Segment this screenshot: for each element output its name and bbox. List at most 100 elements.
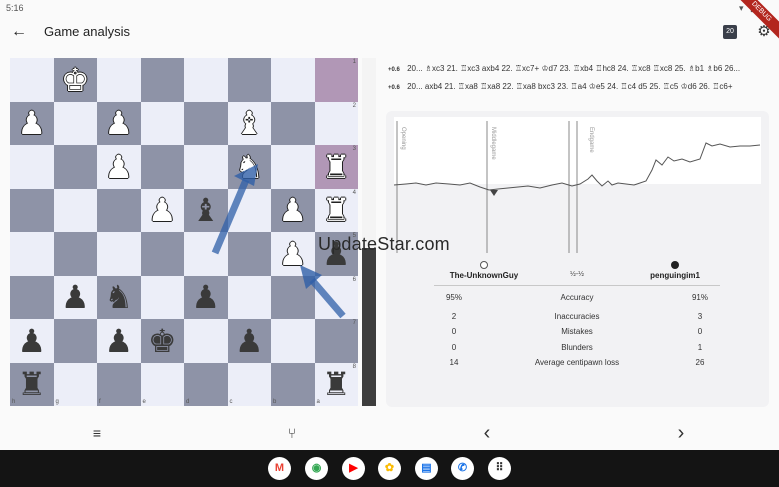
board-square[interactable]: ♚	[53, 58, 97, 102]
board-square[interactable]: ♞	[97, 275, 141, 319]
white-pawn-icon[interactable]: ♟	[278, 194, 307, 226]
white-pawn-icon[interactable]: ♟	[278, 238, 307, 270]
board-square[interactable]	[140, 145, 184, 189]
board-square[interactable]	[184, 319, 228, 363]
phone-icon[interactable]: ✆	[451, 457, 474, 480]
board-square[interactable]: g	[53, 362, 97, 406]
board-square[interactable]	[140, 58, 184, 102]
board-square[interactable]: e	[140, 362, 184, 406]
board-square[interactable]	[10, 58, 54, 102]
board-square[interactable]: 7	[314, 319, 358, 363]
black-bishop-icon[interactable]: ♝	[191, 194, 220, 226]
back-arrow-icon[interactable]: ←	[9, 22, 29, 42]
engine-line-1[interactable]: +0.6 20... ♗xc3 21. ♖xc3 axb4 22. ♖xc7+ …	[388, 60, 768, 78]
white-rook-icon[interactable]: ♜	[322, 151, 351, 183]
settings-gear-icon[interactable]: ⚙	[754, 22, 774, 42]
app-drawer-icon[interactable]: ⠿	[488, 457, 511, 480]
board-square[interactable]: ♞	[227, 145, 271, 189]
board-square[interactable]: ♚	[140, 319, 184, 363]
board-square[interactable]: ♜ 4	[314, 188, 358, 232]
photos-icon[interactable]: ✿	[378, 457, 401, 480]
board-square[interactable]: ♟	[10, 101, 54, 145]
black-knight-icon[interactable]: ♞	[104, 281, 133, 313]
board-square[interactable]: ♜ h	[10, 362, 54, 406]
board-square[interactable]	[271, 101, 315, 145]
board-square[interactable]	[53, 145, 97, 189]
board-square[interactable]	[184, 101, 228, 145]
gmail-icon[interactable]: M	[268, 457, 291, 480]
board-square[interactable]	[140, 101, 184, 145]
board-square[interactable]: 1	[314, 58, 358, 102]
board-square[interactable]	[10, 275, 54, 319]
board-square[interactable]	[227, 275, 271, 319]
board-square[interactable]: ♝	[227, 101, 271, 145]
board-square[interactable]: ♜ 8 a	[314, 362, 358, 406]
board-square[interactable]: ♟	[97, 319, 141, 363]
board-square[interactable]: d	[184, 362, 228, 406]
board-square[interactable]	[227, 58, 271, 102]
board-square[interactable]: ♜ 3	[314, 145, 358, 189]
board-square[interactable]	[53, 188, 97, 232]
board-square[interactable]: ♟	[10, 319, 54, 363]
black-pawn-icon[interactable]: ♟	[104, 325, 133, 357]
chrome-icon[interactable]: ◉	[305, 457, 328, 480]
black-king-icon[interactable]: ♚	[148, 325, 177, 357]
black-pawn-icon[interactable]: ♟	[191, 281, 220, 313]
board-square[interactable]	[184, 58, 228, 102]
board-square[interactable]: f	[97, 362, 141, 406]
white-pawn-icon[interactable]: ♟	[148, 194, 177, 226]
black-pawn-icon[interactable]: ♟	[61, 281, 90, 313]
board-square[interactable]	[97, 188, 141, 232]
board-square[interactable]	[97, 58, 141, 102]
board-square[interactable]	[227, 232, 271, 276]
board-square[interactable]: ♝	[184, 188, 228, 232]
board-square[interactable]	[10, 188, 54, 232]
board-square[interactable]	[184, 145, 228, 189]
board-square[interactable]	[53, 319, 97, 363]
engine-depth-badge[interactable]: 20	[723, 25, 737, 39]
board-square[interactable]	[53, 101, 97, 145]
board-square[interactable]	[53, 232, 97, 276]
board-square[interactable]: ♟	[97, 145, 141, 189]
menu-icon[interactable]: ≡	[87, 423, 107, 443]
chess-board[interactable]: ♚ 1 ♟ ♟ ♝ 2 ♟ ♞ ♜ 3 ♟ ♝ ♟ ♜ 4 ♟ ♟ 5 ♟ ♞ ♟ 6 ♟ ♟ ♚ ♟ 7 ♜ h g f e d c b ♜ 8 a	[10, 58, 358, 406]
board-square[interactable]	[184, 232, 228, 276]
board-square[interactable]	[227, 188, 271, 232]
board-square[interactable]: ♟	[53, 275, 97, 319]
board-square[interactable]	[97, 232, 141, 276]
board-square[interactable]	[271, 58, 315, 102]
white-rook-icon[interactable]: ♜	[322, 194, 351, 226]
board-square[interactable]: ♟	[227, 319, 271, 363]
white-bishop-icon[interactable]: ♝	[235, 107, 264, 139]
board-square[interactable]	[10, 232, 54, 276]
white-knight-icon[interactable]: ♞	[235, 151, 264, 183]
board-square[interactable]: b	[271, 362, 315, 406]
black-rook-icon[interactable]: ♜	[17, 368, 46, 400]
board-square[interactable]: 2	[314, 101, 358, 145]
board-square[interactable]	[271, 145, 315, 189]
board-square[interactable]: ♟	[271, 232, 315, 276]
board-square[interactable]	[271, 275, 315, 319]
black-rook-icon[interactable]: ♜	[322, 368, 351, 400]
board-square[interactable]	[140, 275, 184, 319]
board-square[interactable]: ♟	[271, 188, 315, 232]
black-pawn-icon[interactable]: ♟	[235, 325, 264, 357]
engine-line-2[interactable]: +0.6 20... axb4 21. ♖xa8 ♖xa8 22. ♖xa8 b…	[388, 78, 768, 96]
board-square[interactable]: 6	[314, 275, 358, 319]
board-square[interactable]: ♟	[140, 188, 184, 232]
youtube-icon[interactable]: ▶	[342, 457, 365, 480]
next-move-icon[interactable]: ›	[671, 423, 691, 443]
previous-move-icon[interactable]: ‹	[477, 423, 497, 443]
board-square[interactable]	[140, 232, 184, 276]
board-square[interactable]: ♟	[97, 101, 141, 145]
white-pawn-icon[interactable]: ♟	[104, 107, 133, 139]
messages-icon[interactable]: ▤	[415, 457, 438, 480]
black-pawn-icon[interactable]: ♟	[17, 325, 46, 357]
white-pawn-icon[interactable]: ♟	[104, 151, 133, 183]
variation-branch-icon[interactable]: ⑂	[282, 423, 302, 443]
white-king-icon[interactable]: ♚	[61, 64, 90, 96]
board-square[interactable]: c	[227, 362, 271, 406]
board-square[interactable]	[271, 319, 315, 363]
board-square[interactable]: ♟	[184, 275, 228, 319]
board-square[interactable]	[10, 145, 54, 189]
